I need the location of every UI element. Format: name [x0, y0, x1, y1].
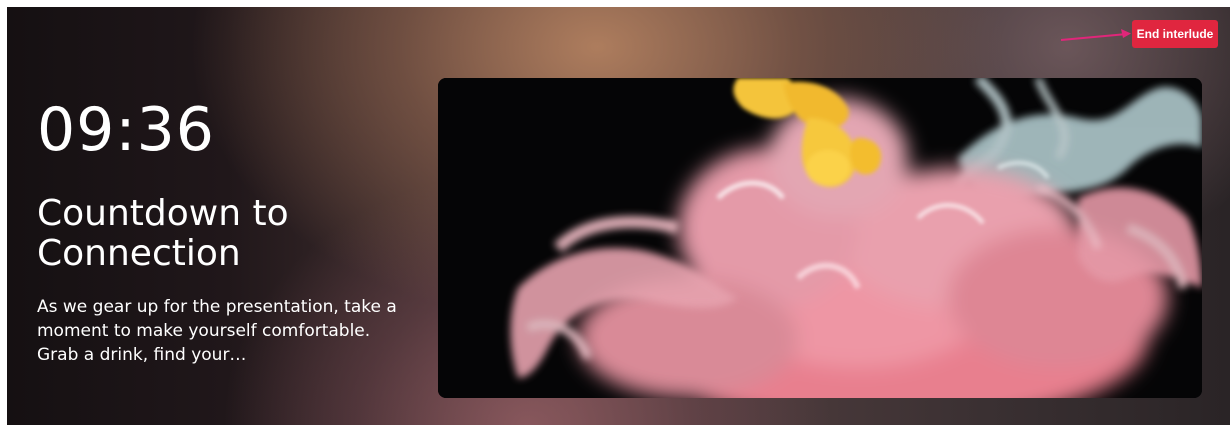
- pointer-arrow-icon: [1060, 29, 1131, 41]
- end-interlude-button[interactable]: End interlude: [1132, 20, 1218, 48]
- interlude-title: Countdown to Connection: [37, 193, 289, 274]
- interlude-screen: End interlude 09:36 Countdown to Connect…: [7, 7, 1230, 425]
- ink-smoke-image: [438, 78, 1202, 398]
- interlude-image: [438, 78, 1202, 398]
- interlude-description: As we gear up for the presentation, take…: [37, 297, 397, 365]
- countdown-timer: 09:36: [37, 95, 215, 165]
